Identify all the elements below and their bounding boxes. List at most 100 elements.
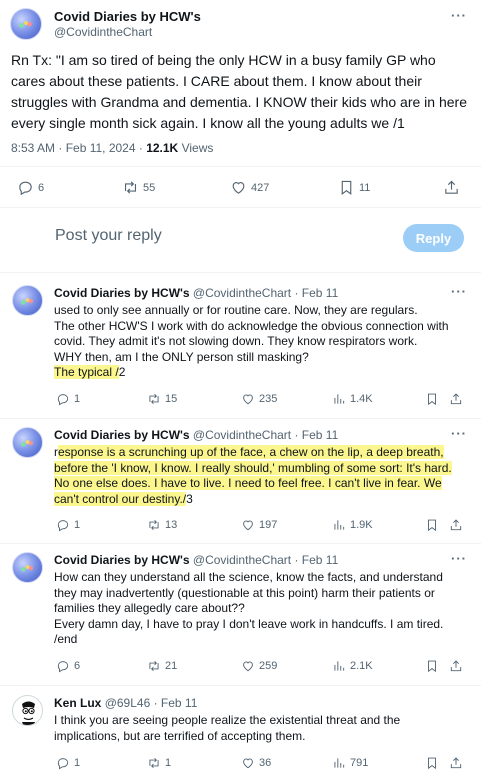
reply-submit-button[interactable]: Reply [403,224,464,252]
author-name[interactable]: Covid Diaries by HCW's [54,428,190,442]
views-label: Views [181,141,214,155]
reply-header: Ken Lux @69L46 · Feb 11 [54,696,197,710]
like-icon [241,392,255,406]
share-button[interactable] [449,659,463,673]
more-icon[interactable]: ··· [451,284,467,299]
author-name[interactable]: Ken Lux [54,696,101,710]
tweet-actions: 1 13 197 1.9K [0,518,481,536]
divider [0,272,481,273]
bookmark-icon [338,179,355,196]
reply-button[interactable]: 1 [56,756,80,770]
reply-button[interactable]: 1 [56,392,80,406]
views-count: 2.1K [350,660,373,672]
views-count: 12.1K [146,141,179,155]
retweet-button[interactable]: 13 [147,518,177,532]
avatar[interactable] [12,695,43,726]
highlighted-text: The typical / [54,365,119,379]
share-icon [449,392,463,406]
reply-header: Covid Diaries by HCW's @CovidintheChart … [54,553,338,567]
author-handle[interactable]: @CovidintheChart · Feb 11 [193,428,338,442]
thread-number: 3 [186,491,193,506]
reply-button[interactable]: 6 [17,179,44,196]
share-button[interactable] [449,518,463,532]
reply-count: 1 [74,757,81,769]
author-handle[interactable]: @69L46 · Feb 11 [105,696,198,710]
author-name[interactable]: Covid Diaries by HCW's [54,553,190,567]
reply-button[interactable]: 1 [56,518,80,532]
retweet-icon [147,392,161,406]
views-button[interactable]: 791 [332,756,368,770]
share-button[interactable] [449,392,463,406]
bookmark-icon [425,756,439,770]
reply-input[interactable]: Post your reply [55,227,162,245]
avatar[interactable] [12,285,43,316]
author-handle[interactable]: @CovidintheChart [54,25,152,39]
reply-icon [56,659,70,673]
thread-number: 2 [118,365,126,379]
retweet-count: 1 [165,757,172,769]
retweet-button[interactable]: 15 [147,392,177,406]
avatar[interactable] [12,552,43,583]
views-button[interactable]: 2.1K [332,659,373,673]
bookmark-button[interactable]: 11 [338,179,370,196]
retweet-button[interactable]: 1 [147,756,171,770]
author-name[interactable]: Covid Diaries by HCW's [54,9,201,24]
author-avatar[interactable] [10,8,42,40]
tweet-timestamp[interactable]: 8:53 AM · Feb 11, 2024 · [11,141,146,155]
avatar[interactable] [12,427,43,458]
retweet-icon [147,659,161,673]
like-icon [241,518,255,532]
views-count: 1.4K [350,393,373,405]
divider [0,685,481,686]
like-button[interactable]: 235 [241,392,277,406]
like-count: 427 [251,181,270,194]
tweet-text-plain: used to only see annually or for routine… [54,303,449,364]
retweet-count: 13 [165,519,178,531]
retweet-icon [147,756,161,770]
tweet-actions: 6 55 427 11 [0,175,481,201]
bookmark-button[interactable] [425,659,439,673]
views-button[interactable]: 1.4K [332,392,373,406]
reply-button[interactable]: 6 [56,659,80,673]
retweet-button[interactable]: 55 [122,179,155,196]
author-name[interactable]: Covid Diaries by HCW's [54,286,190,300]
views-icon [332,392,346,406]
more-icon[interactable]: ··· [451,551,467,566]
views-button[interactable]: 1.9K [332,518,373,532]
more-icon[interactable]: ··· [451,426,467,441]
bookmark-icon [425,518,439,532]
tweet-actions: 6 21 259 2.1K [0,659,481,677]
cartoon-avatar-icon [22,701,35,725]
like-icon [241,756,255,770]
author-handle[interactable]: @CovidintheChart · Feb 11 [193,553,338,567]
tweet-text: I think you are seeing people realize th… [54,713,401,743]
retweet-count: 15 [165,393,178,405]
reply-count: 6 [74,660,81,672]
like-count: 197 [259,519,278,531]
retweet-button[interactable]: 21 [147,659,177,673]
like-button[interactable]: 259 [241,659,277,673]
share-icon [449,659,463,673]
divider [0,543,481,544]
share-button[interactable] [449,756,463,770]
like-button[interactable]: 197 [241,518,277,532]
tweet-actions: 1 1 36 791 [0,756,481,774]
reply-composer: Post your reply Reply [0,217,481,257]
like-count: 36 [259,757,272,769]
tweet-actions: 1 15 235 1.4K [0,392,481,410]
retweet-count: 55 [143,181,156,194]
retweet-icon [147,518,161,532]
bookmark-button[interactable] [425,392,439,406]
author-handle[interactable]: @CovidintheChart · Feb 11 [193,286,338,300]
like-button[interactable]: 36 [241,756,271,770]
reply-header: Covid Diaries by HCW's @CovidintheChart … [54,286,338,300]
bookmark-button[interactable] [425,756,439,770]
share-button[interactable] [443,179,460,196]
bookmark-icon [425,659,439,673]
reply-count: 1 [74,519,81,531]
divider [0,418,481,419]
share-icon [443,179,460,196]
bookmark-button[interactable] [425,518,439,532]
more-icon[interactable]: ··· [451,8,467,23]
like-button[interactable]: 427 [230,179,269,196]
